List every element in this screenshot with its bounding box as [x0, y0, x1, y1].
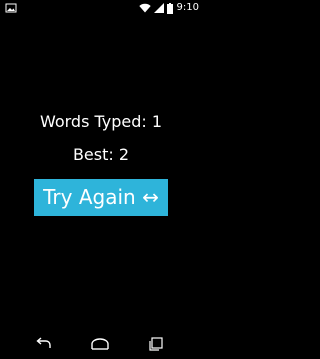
try-again-button[interactable]: Try Again ↔	[34, 179, 168, 216]
wifi-icon	[138, 3, 151, 13]
home-icon[interactable]	[90, 336, 110, 352]
status-time: 9:10	[176, 2, 199, 13]
signal-icon	[153, 3, 164, 13]
status-bar: 9:10	[0, 0, 202, 16]
navigation-bar	[0, 329, 202, 359]
words-typed-label: Words Typed: 1	[39, 112, 163, 131]
game-over-screen: Words Typed: 1 Best: 2 Try Again ↔	[0, 16, 202, 329]
best-score-label: Best: 2	[72, 145, 130, 164]
back-icon[interactable]	[34, 336, 54, 352]
recents-icon[interactable]	[146, 336, 166, 352]
battery-icon	[166, 2, 173, 14]
swap-arrows-icon: ↔	[142, 185, 159, 209]
status-icons: 9:10	[138, 0, 199, 16]
try-again-label: Try Again	[43, 185, 136, 209]
image-notification-icon	[5, 3, 17, 13]
